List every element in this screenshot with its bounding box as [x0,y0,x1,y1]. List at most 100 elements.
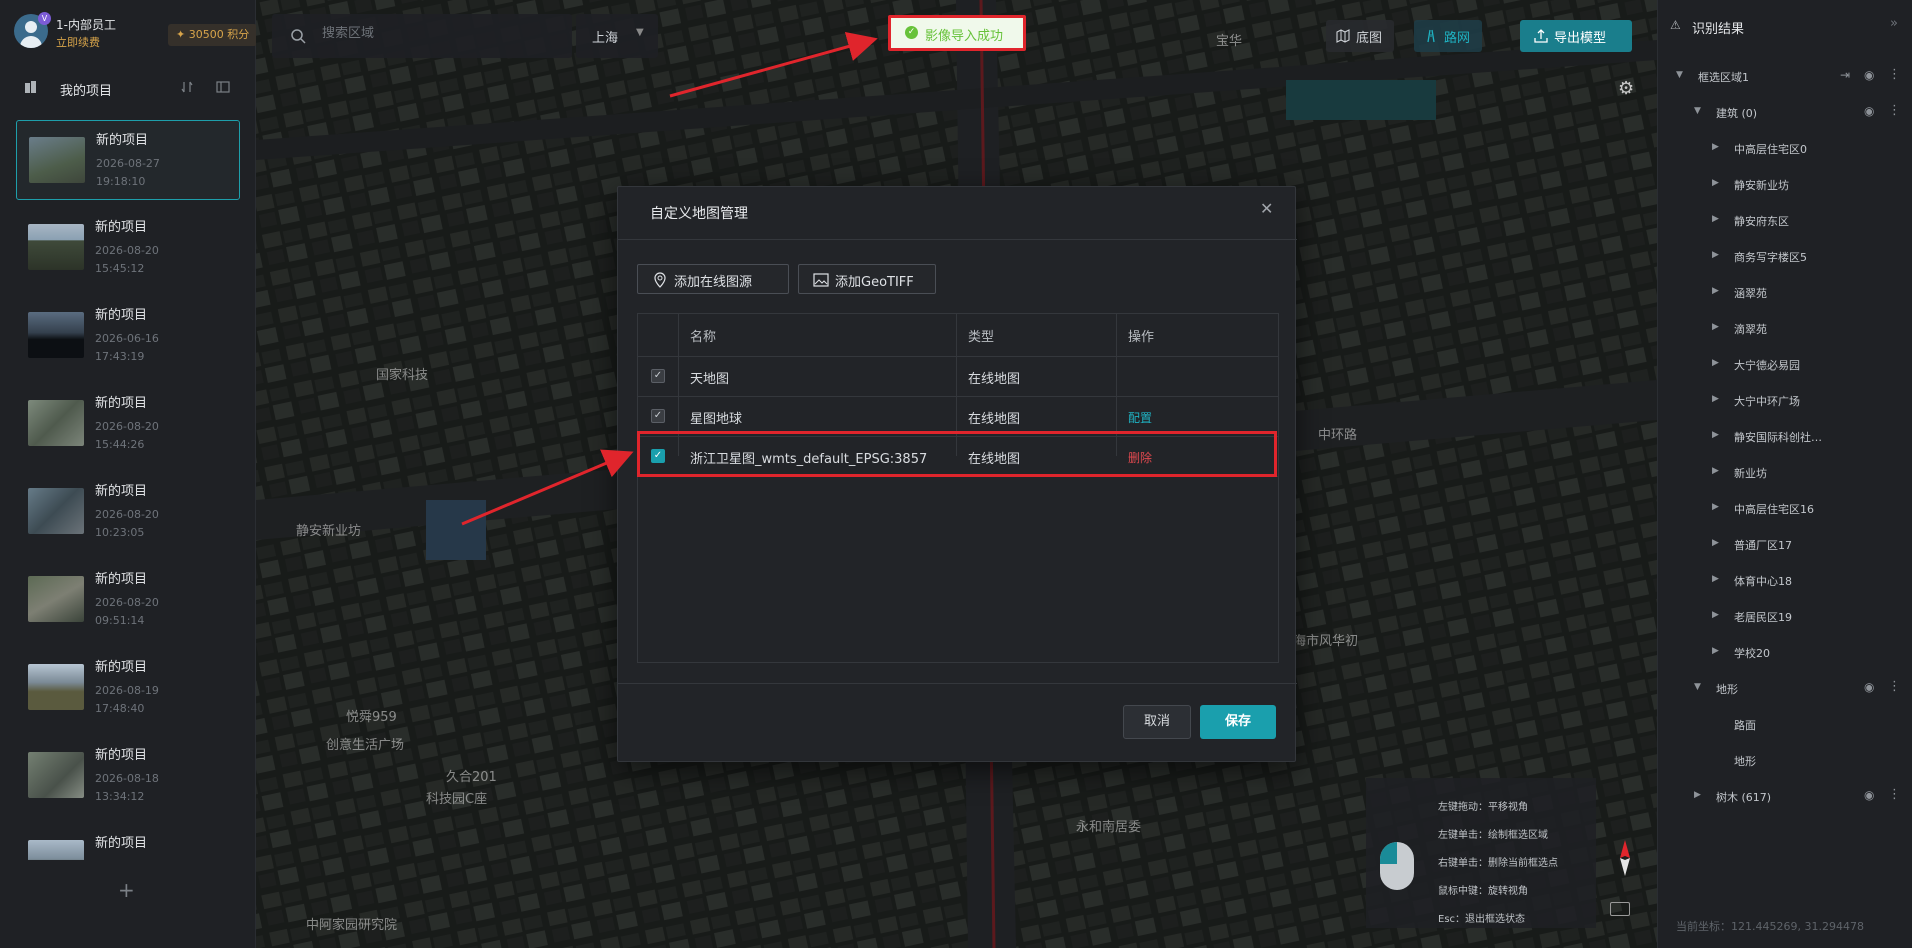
export-model-button[interactable]: 导出模型 [1520,20,1632,52]
table-row[interactable]: ✓ 天地图 在线地图 [638,356,1278,396]
column-header-type: 类型 [968,330,995,345]
collapse-icon[interactable]: » [1890,16,1898,31]
table-row[interactable]: ✓ 星图地球 在线地图 配置 [638,396,1278,436]
caret-right-icon[interactable]: ▶ [1712,502,1719,512]
tree-node[interactable]: ▼ 建筑 (0) ◉ ⋮ [1658,98,1912,128]
project-card[interactable]: 新的项目 2026-08-20 15:45:12 [16,208,240,288]
more-icon[interactable]: ⋮ [1888,67,1901,82]
caret-right-icon[interactable]: ▶ [1712,214,1719,224]
add-geotiff-button[interactable]: 添加GeoTIFF [798,264,936,294]
tree-node[interactable]: 地形 [1658,746,1912,776]
caret-right-icon[interactable]: ▶ [1712,538,1719,548]
project-date: 2026-08-27 [96,157,160,170]
tree-node[interactable]: ▼ 地形 ◉ ⋮ [1658,674,1912,704]
road-network-button[interactable]: 路网 [1414,20,1482,52]
more-icon[interactable]: ⋮ [1888,787,1901,802]
project-card[interactable]: 新的项目 2026-08-27 19:18:10 [16,120,240,200]
save-button[interactable]: 保存 [1200,705,1276,739]
project-sidebar: V 1-内部员工 立即续费 ✦ 30500 积分 我的项目 新的项目 2026-0… [0,0,258,948]
project-card[interactable]: 新的项目 2026-08-19 17:48:40 [16,648,240,728]
gear-icon[interactable]: ⚙ [1618,78,1634,99]
eye-icon[interactable]: ◉ [1864,680,1874,694]
tree-node[interactable]: ▶ 大宁中环广场 [1658,386,1912,416]
project-card[interactable]: 新的项目 2026-08-20 15:44:26 [16,384,240,464]
caret-right-icon[interactable]: ▶ [1712,646,1719,656]
layout-toggle-icon[interactable] [216,80,230,94]
more-icon[interactable]: ⋮ [1888,679,1901,694]
compass-icon[interactable] [1618,840,1632,876]
tree-node[interactable]: ▶ 大宁德必易园 [1658,350,1912,380]
sort-icon[interactable] [180,80,194,94]
basemap-button[interactable]: 底图 [1326,20,1394,52]
caret-down-icon[interactable]: ▼ [1676,70,1683,80]
project-thumbnail [28,840,84,860]
tree-node[interactable]: ▶ 商务写字楼区5 [1658,242,1912,272]
project-card[interactable]: 新的项目 2026-08-20 10:23:05 [16,472,240,552]
cancel-button[interactable]: 取消 [1123,705,1191,739]
add-project-button[interactable]: + [118,878,135,902]
tree-node[interactable]: ▶ 新业坊 [1658,458,1912,488]
config-link[interactable]: 配置 [1128,409,1152,426]
project-time: 09:51:14 [95,614,145,627]
tree-node[interactable]: 路面 [1658,710,1912,740]
close-icon[interactable]: ✕ [1260,199,1273,218]
project-date: 2026-08-18 [95,772,159,785]
tree-node[interactable]: ▶ 中高层住宅区0 [1658,134,1912,164]
coordinate-readout: 当前坐标：121.445269, 31.294478 [1676,920,1864,933]
caret-right-icon[interactable]: ▶ [1712,610,1719,620]
tree-node[interactable]: ▶ 树木 (617) ◉ ⋮ [1658,782,1912,812]
caret-right-icon[interactable]: ▶ [1712,178,1719,188]
project-card[interactable]: 新的项目 [16,824,240,860]
caret-right-icon[interactable]: ▶ [1712,286,1719,296]
tree-node[interactable]: ▶ 学校20 [1658,638,1912,668]
tree-node[interactable]: ▶ 滴翠苑 [1658,314,1912,344]
tree-node[interactable]: ▼ 框选区域1 ⇥ ◉ ⋮ [1658,62,1912,92]
map-place-label: 国家科技 [376,368,429,383]
projects-title: 我的项目 [60,84,113,99]
tree-node-label: 中高层住宅区16 [1734,503,1814,516]
project-card[interactable]: 新的项目 2026-08-20 09:51:14 [16,560,240,640]
caret-right-icon[interactable]: ▶ [1712,250,1719,260]
project-title: 新的项目 [95,660,148,675]
project-card[interactable]: 新的项目 2026-08-18 13:34:12 [16,736,240,816]
caret-right-icon[interactable]: ▶ [1712,358,1719,368]
row-checkbox[interactable]: ✓ [651,369,665,383]
caret-right-icon[interactable]: ▶ [1712,430,1719,440]
tree-node[interactable]: ▶ 体育中心18 [1658,566,1912,596]
tree-node[interactable]: ▶ 静安府东区 [1658,206,1912,236]
caret-down-icon[interactable]: ▼ [1694,106,1701,116]
project-time: 10:23:05 [95,526,145,539]
project-time: 15:45:12 [95,262,145,275]
locate-icon[interactable]: ⇥ [1840,68,1850,82]
caret-right-icon[interactable]: ▶ [1712,142,1719,152]
caret-right-icon[interactable]: ▶ [1712,574,1719,584]
tree-node-label: 路面 [1734,719,1756,732]
eye-icon[interactable]: ◉ [1864,788,1874,802]
project-date: 2026-08-19 [95,684,159,697]
search-input[interactable] [322,26,552,41]
help-line: 鼠标中键：旋转视角 [1438,886,1528,897]
project-title: 新的项目 [95,572,148,587]
more-icon[interactable]: ⋮ [1888,103,1901,118]
eye-icon[interactable]: ◉ [1864,68,1874,82]
add-online-source-button[interactable]: 添加在线图源 [637,264,789,294]
tree-node[interactable]: ▶ 中高层住宅区16 [1658,494,1912,524]
search-box[interactable] [272,14,572,58]
tree-node[interactable]: ▶ 静安国际科创社… [1658,422,1912,452]
eye-icon[interactable]: ◉ [1864,104,1874,118]
keyboard-icon[interactable] [1610,902,1630,916]
tree-node[interactable]: ▶ 普通厂区17 [1658,530,1912,560]
city-select[interactable]: 上海 ▼ [576,14,658,58]
caret-right-icon[interactable]: ▶ [1712,322,1719,332]
tree-node[interactable]: ▶ 老居民区19 [1658,602,1912,632]
column-header-name: 名称 [690,330,717,345]
tree-node[interactable]: ▶ 静安新业坊 [1658,170,1912,200]
caret-right-icon[interactable]: ▶ [1712,394,1719,404]
tree-node[interactable]: ▶ 涵翠苑 [1658,278,1912,308]
project-card[interactable]: 新的项目 2026-06-16 17:43:19 [16,296,240,376]
caret-down-icon[interactable]: ▼ [1694,682,1701,692]
caret-right-icon[interactable]: ▶ [1694,790,1701,800]
row-checkbox[interactable]: ✓ [651,409,665,423]
caret-right-icon[interactable]: ▶ [1712,466,1719,476]
renew-link[interactable]: 立即续费 [56,34,100,50]
